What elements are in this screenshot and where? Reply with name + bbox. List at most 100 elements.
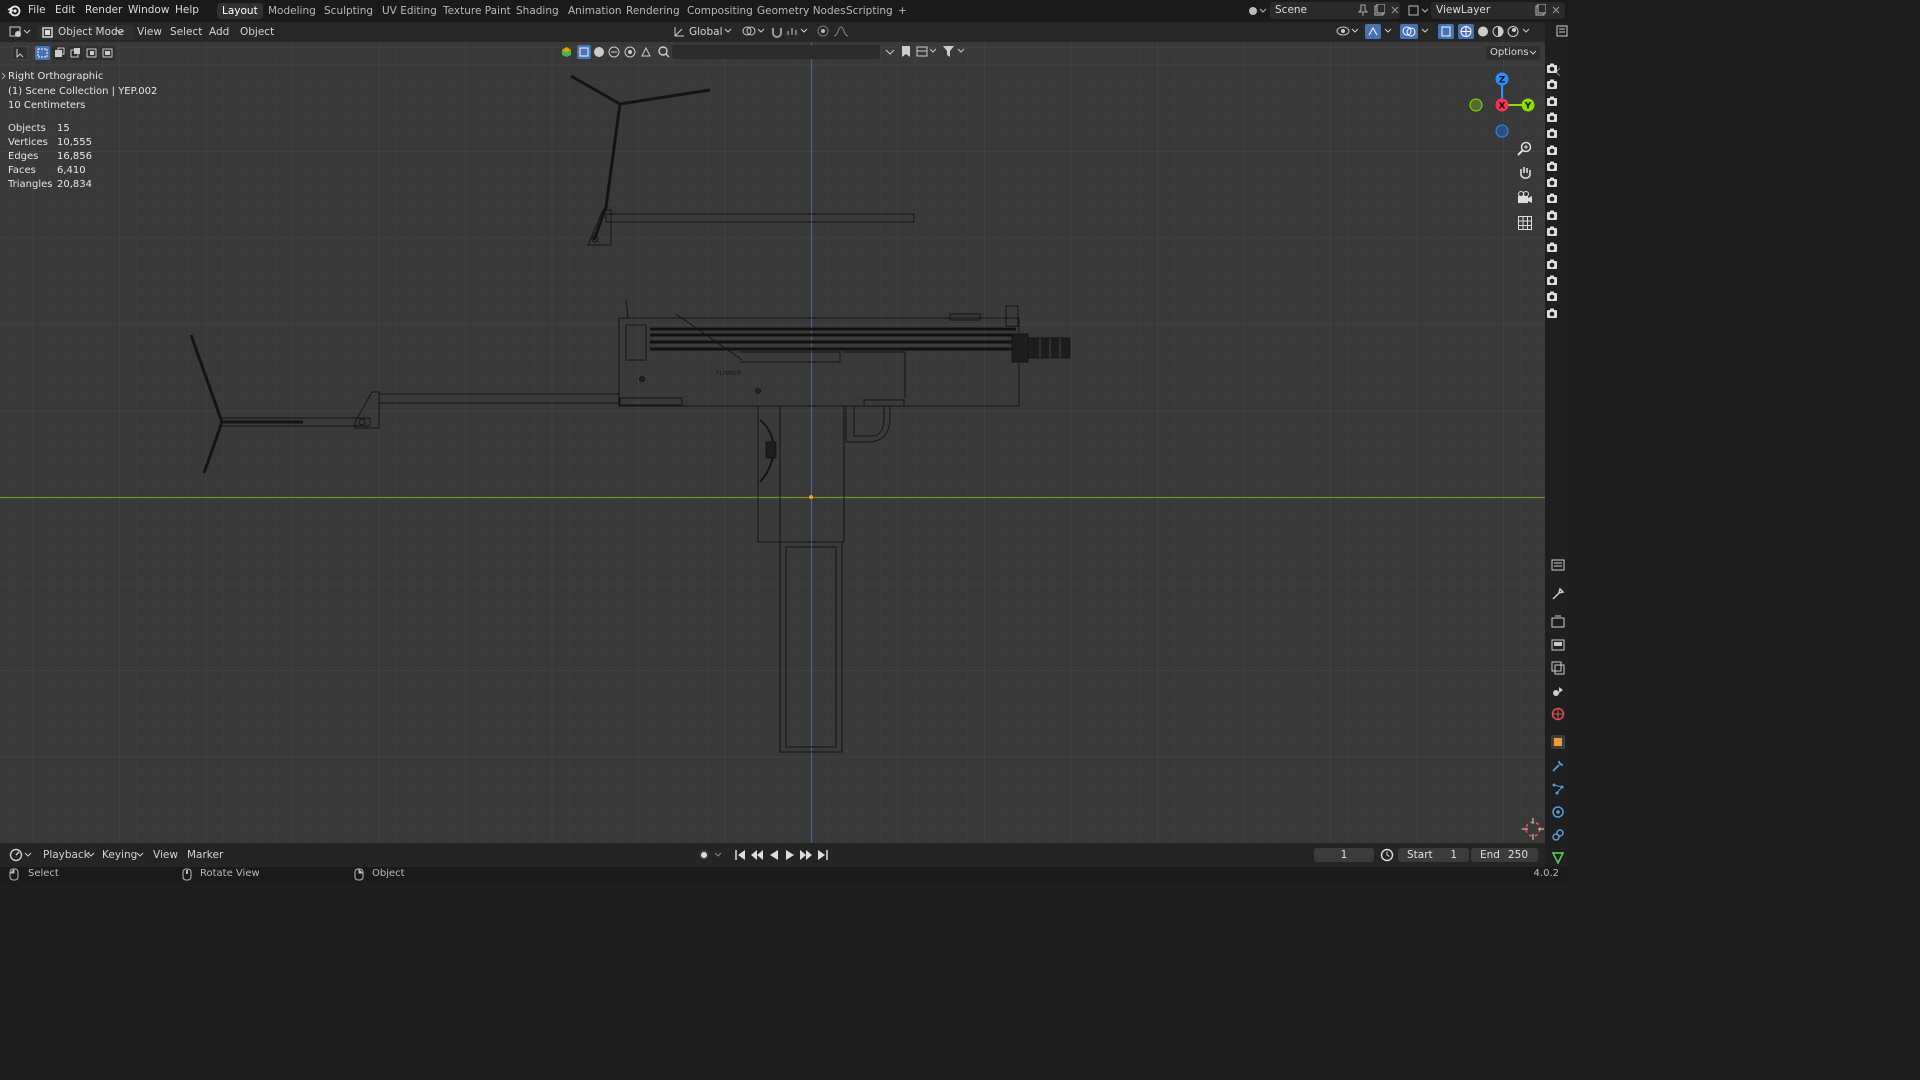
filter-empty-icon[interactable] [624,46,636,61]
data-properties-icon[interactable] [1551,851,1565,868]
jump-end-icon[interactable] [817,849,829,864]
filter-other-icon[interactable] [640,46,652,61]
tab-layout[interactable]: Layout [217,3,263,19]
editor-type-icon[interactable] [8,25,32,42]
zoom-icon[interactable] [1517,141,1533,160]
select-new-icon[interactable] [35,46,50,63]
output-properties-icon[interactable] [1551,638,1565,655]
shading-options-icon[interactable] [1522,25,1532,40]
viewlayer-field[interactable]: ViewLayer [1431,2,1565,19]
play-reverse-icon[interactable] [768,849,780,864]
viewlayer-selector-icon[interactable] [1407,4,1429,20]
tab-geometry-nodes[interactable]: Geometry Nodes [752,3,851,19]
pan-hand-icon[interactable] [1517,165,1533,184]
render-camera-icon[interactable] [1546,127,1558,142]
select-intersect-icon[interactable] [100,46,115,63]
render-camera-icon[interactable] [1546,274,1558,289]
select-subtract-icon[interactable] [68,46,83,63]
navigation-gizmo[interactable]: Z Y X [1467,70,1537,140]
tab-uv-editing[interactable]: UV Editing [377,3,442,19]
render-camera-icon[interactable] [1546,225,1558,240]
filter-mesh-icon[interactable] [577,45,591,62]
options-dropdown[interactable]: Options [1486,46,1540,60]
outliner-editor-icon[interactable] [1556,25,1568,40]
overlays-toggle-icon[interactable] [1400,24,1430,42]
visibility-icon[interactable] [1336,25,1360,41]
render-camera-icon[interactable] [1546,160,1558,175]
menu-view[interactable]: View [137,25,162,40]
render-camera-icon[interactable] [1546,258,1558,273]
close-scene-icon[interactable] [1390,4,1400,22]
render-camera-icon[interactable] [1546,192,1558,207]
select-invert-icon[interactable] [84,46,99,63]
snap-icon[interactable] [770,25,784,41]
3d-cursor-icon[interactable] [1522,818,1544,843]
render-camera-icon[interactable] [1546,144,1558,159]
scene-field[interactable]: Scene [1270,2,1400,19]
material-shading-icon[interactable] [1490,24,1506,42]
render-camera-icon[interactable] [1546,62,1558,77]
proportional-edit-icon[interactable] [817,25,831,41]
render-camera-icon[interactable] [1546,78,1558,93]
timeline-view-menu[interactable]: View [153,848,178,863]
tab-compositing[interactable]: Compositing [682,3,758,19]
world-properties-icon[interactable] [1551,707,1565,724]
render-camera-icon[interactable] [1546,241,1558,256]
scene-properties-icon[interactable] [1551,684,1565,701]
modifier-properties-icon[interactable] [1551,759,1565,776]
object-properties-icon[interactable] [1551,735,1565,752]
menu-render[interactable]: Render [85,4,122,16]
select-tool-icon[interactable] [11,45,29,63]
tab-shading[interactable]: Shading [511,3,564,19]
chevron-down-icon[interactable] [884,46,896,61]
render-camera-icon[interactable] [1546,290,1558,305]
play-icon[interactable] [784,849,796,864]
menu-help[interactable]: Help [175,4,199,16]
next-keyframe-icon[interactable] [799,849,813,864]
grid-projection-icon[interactable] [1517,215,1533,234]
menu-edit[interactable]: Edit [55,4,75,16]
new-scene-icon[interactable] [1374,3,1386,22]
rendered-shading-icon[interactable] [1505,24,1521,42]
tab-sculpting[interactable]: Sculpting [319,3,378,19]
tab-texture-paint[interactable]: Texture Paint [438,3,516,19]
clock-icon[interactable] [1380,848,1394,865]
mode-dropdown[interactable]: Object Mode [38,25,134,40]
menu-file[interactable]: File [28,4,46,16]
start-frame-field[interactable]: Start 1 [1398,848,1469,862]
tab-animation[interactable]: Animation [563,3,627,19]
gizmo-toggle-icon[interactable] [1365,24,1393,42]
filter-light-icon[interactable] [593,46,605,61]
camera-view-icon[interactable] [1517,190,1533,209]
render-camera-icon[interactable] [1546,307,1558,322]
add-workspace-button[interactable]: + [893,3,912,19]
marker-menu[interactable]: Marker [187,848,223,863]
blender-logo-icon[interactable] [7,3,21,17]
prev-keyframe-icon[interactable] [750,849,764,864]
search-input[interactable] [672,45,880,59]
render-properties-icon[interactable] [1551,615,1565,632]
physics-properties-icon[interactable] [1551,805,1565,822]
menu-window[interactable]: Window [128,4,169,16]
render-camera-icon[interactable] [1546,209,1558,224]
close-viewlayer-icon[interactable] [1551,4,1561,22]
3d-viewport[interactable]: FLMAKER Options Right Orthographic (1) S… [0,42,1545,843]
record-icon[interactable] [698,849,724,864]
scene-selector-icon[interactable] [1247,4,1267,17]
render-camera-icon[interactable] [1546,111,1558,126]
pivot-point-icon[interactable] [741,25,765,41]
wireframe-shading-icon[interactable] [1458,24,1474,42]
menu-object[interactable]: Object [240,25,274,40]
collapse-arrow-icon[interactable] [1,71,7,84]
xray-toggle-icon[interactable] [1438,24,1454,42]
filter-icon[interactable] [942,45,966,61]
particles-properties-icon[interactable] [1551,782,1565,799]
snap-target-icon[interactable] [786,25,810,41]
filter-camera-icon[interactable] [608,46,620,61]
orientation-dropdown[interactable]: Global [689,25,723,40]
keying-menu[interactable]: Keying [102,848,137,863]
jump-start-icon[interactable] [734,849,746,864]
bookmark-icon[interactable] [901,45,911,61]
playback-menu[interactable]: Playback [43,848,90,863]
tab-modeling[interactable]: Modeling [263,3,321,19]
